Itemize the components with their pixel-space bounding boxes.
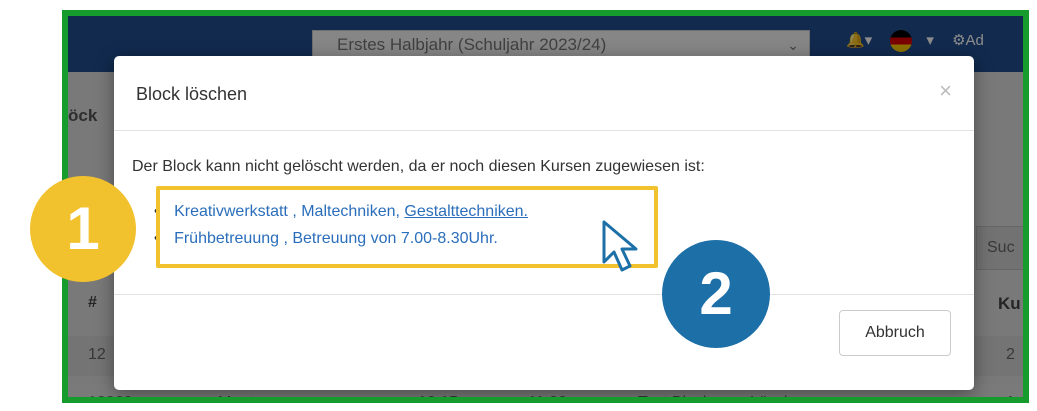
cancel-button[interactable]: Abbruch — [839, 310, 951, 356]
close-icon[interactable]: × — [939, 78, 952, 104]
pointer-cursor-icon — [602, 220, 638, 272]
modal-message: Der Block kann nicht gelöscht werden, da… — [132, 158, 705, 175]
step-badge-2: 2 — [662, 240, 770, 348]
modal-title: Block löschen — [136, 84, 248, 104]
highlight-box — [156, 186, 658, 268]
step-badge-1: 1 — [30, 176, 136, 282]
modal-header: Block löschen × — [114, 56, 974, 131]
modal-footer — [114, 294, 974, 295]
